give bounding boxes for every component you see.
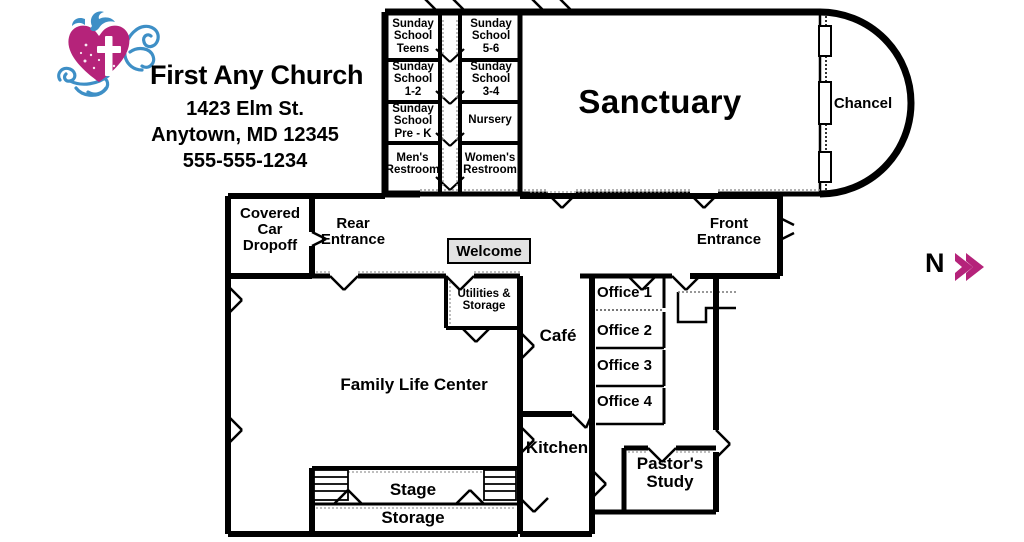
floor-plan-page: First Any Church 1423 Elm St. Anytown, M… — [0, 0, 1024, 542]
welcome-desk[interactable]: Welcome — [447, 238, 531, 264]
floor-plan-drawing — [225, 0, 915, 537]
door-utilities — [461, 327, 491, 343]
door-storage-east — [519, 497, 549, 513]
door-dropoff — [311, 230, 327, 248]
wall-reception-alcove — [676, 292, 736, 324]
door-stage-right — [455, 489, 485, 505]
chancel-openings — [818, 25, 832, 183]
stairs-stage-right — [483, 469, 517, 501]
door-pastor-study — [647, 447, 677, 463]
door-lobby-south-1 — [329, 275, 359, 291]
wall-chancel-apse — [819, 8, 915, 198]
welcome-desk-label: Welcome — [456, 242, 522, 260]
